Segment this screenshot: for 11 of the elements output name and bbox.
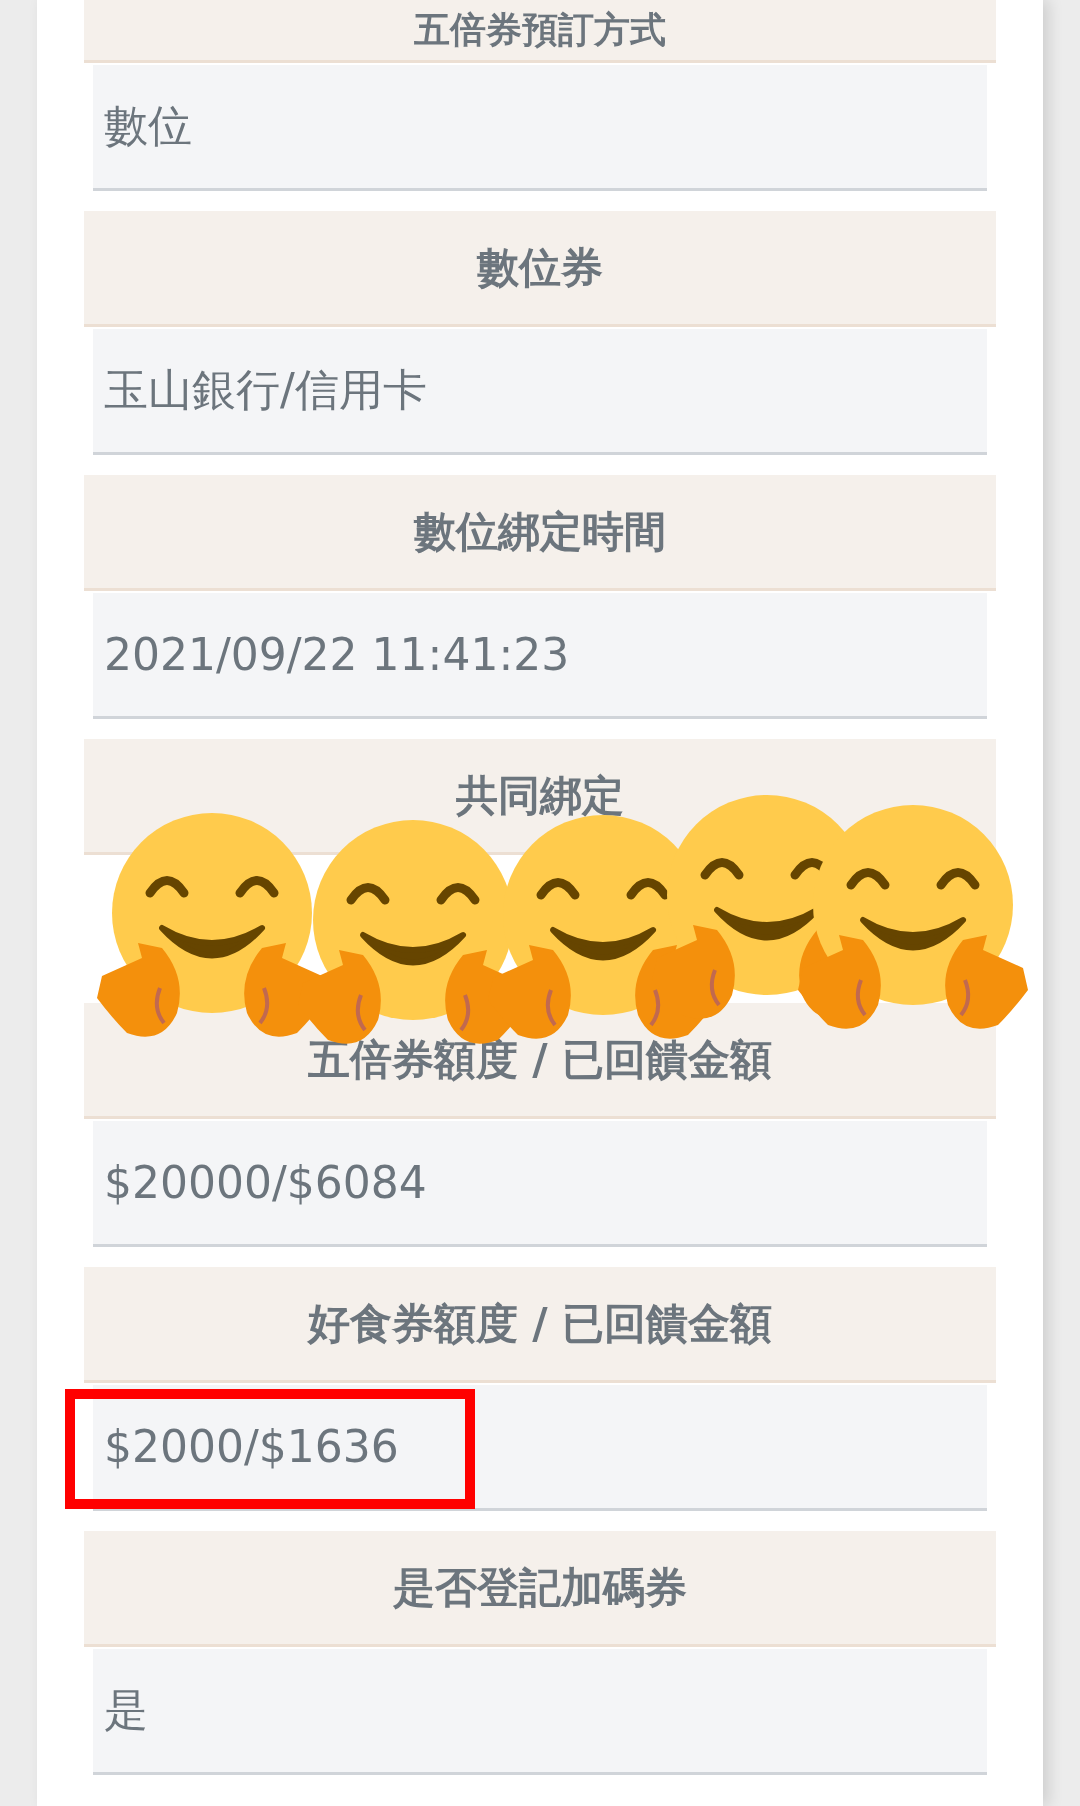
field-label: 五倍券預訂方式 xyxy=(84,0,996,63)
field-label: 數位券 xyxy=(84,211,996,327)
field-label: 好食券額度 / 已回饋金額 xyxy=(84,1267,996,1383)
field-value: 2021/09/22 11:41:23 xyxy=(104,629,570,680)
field-value: 是 xyxy=(104,1683,148,1737)
field-value: 玉山銀行/信用卡 xyxy=(104,363,427,417)
field-value: 數位 xyxy=(104,99,192,153)
field-label: 是否登記加碼券 xyxy=(84,1531,996,1647)
field-value: $20000/$6084 xyxy=(104,1157,427,1208)
field-label: 數位綁定時間 xyxy=(84,475,996,591)
field-value: $2000/$1636 xyxy=(104,1421,399,1472)
